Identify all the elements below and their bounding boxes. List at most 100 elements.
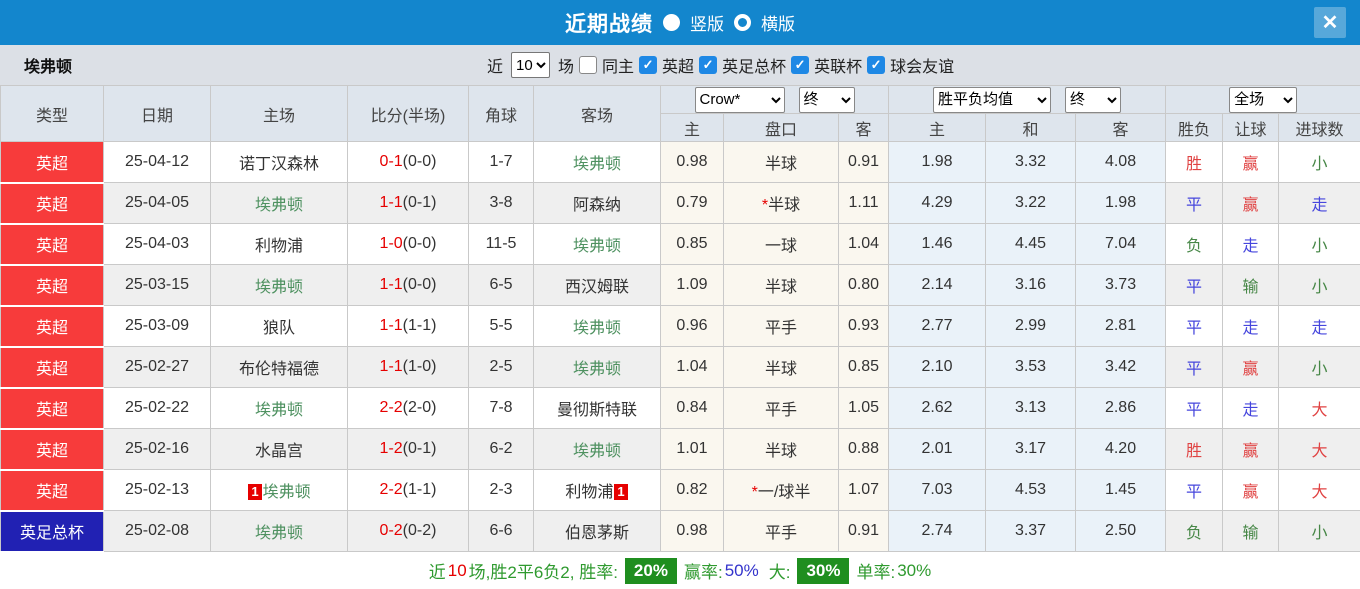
match-row: 英超25-02-131埃弗顿2-2(1-1)2-3利物浦10.82*一/球半1.… bbox=[1, 470, 1360, 511]
results-tbody: 英超25-04-12诺丁汉森林0-1(0-0)1-7埃弗顿0.98半球0.911… bbox=[1, 142, 1360, 552]
col-header-home: 主场 bbox=[211, 86, 348, 142]
bookmaker-select[interactable]: Crow* bbox=[695, 87, 785, 113]
odds-home: 1.04 bbox=[661, 347, 724, 388]
goals-result-cell: 走 bbox=[1279, 183, 1360, 224]
odds-home: 0.79 bbox=[661, 183, 724, 224]
filter-bar: 埃弗顿 近 10 场 同主 ✓ 英超 ✓ 英足总杯 ✓ 英联杯 ✓ 球会友谊 bbox=[0, 45, 1360, 85]
odds-away: 1.11 bbox=[839, 183, 889, 224]
match-row: 英超25-02-16水晶宫1-2(0-1)6-2埃弗顿1.01半球0.882.0… bbox=[1, 429, 1360, 470]
big-label: 大: bbox=[769, 558, 791, 583]
match-date: 25-04-05 bbox=[104, 183, 211, 224]
match-row: 英超25-02-22埃弗顿2-2(2-0)7-8曼彻斯特联0.84平手1.052… bbox=[1, 388, 1360, 429]
halftime-score: (1-1) bbox=[403, 481, 437, 498]
score-cell: 2-2(1-1) bbox=[348, 470, 469, 511]
halftime-score: (0-0) bbox=[403, 153, 437, 170]
avg-home: 2.14 bbox=[889, 265, 986, 306]
halftime-score: (2-0) bbox=[403, 399, 437, 416]
avg-draw: 2.99 bbox=[986, 306, 1076, 347]
score-cell: 1-0(0-0) bbox=[348, 224, 469, 265]
odds-home: 1.09 bbox=[661, 265, 724, 306]
handicap-cell: 一球 bbox=[724, 224, 839, 265]
avg-draw: 4.45 bbox=[986, 224, 1076, 265]
home-team: 水晶宫 bbox=[211, 429, 348, 470]
handicap-rate-value: 50% bbox=[725, 561, 759, 581]
match-date: 25-02-16 bbox=[104, 429, 211, 470]
scope-select[interactable]: 全场 bbox=[1229, 87, 1297, 113]
odds-home: 0.98 bbox=[661, 142, 724, 183]
away-team: 利物浦1 bbox=[534, 470, 661, 511]
single-rate-value: 30% bbox=[897, 561, 931, 581]
league-badge: 英超 bbox=[1, 224, 104, 265]
fulltime-score: 1-2 bbox=[380, 440, 403, 457]
radio-horizontal-layout[interactable] bbox=[734, 14, 751, 31]
odds-home: 0.96 bbox=[661, 306, 724, 347]
match-date: 25-04-12 bbox=[104, 142, 211, 183]
odds-home: 0.82 bbox=[661, 470, 724, 511]
near-label: 近 bbox=[487, 53, 503, 77]
league-eflcup-checkbox[interactable]: ✓ bbox=[791, 56, 809, 74]
away-team: 西汉姆联 bbox=[534, 265, 661, 306]
let-result-cell: 赢 bbox=[1223, 183, 1279, 224]
radio-vertical-layout[interactable] bbox=[663, 14, 680, 31]
radio-horizontal-label[interactable]: 横版 bbox=[761, 10, 795, 35]
let-result-cell: 走 bbox=[1223, 306, 1279, 347]
result-cell: 平 bbox=[1166, 388, 1223, 429]
league-badge: 英超 bbox=[1, 429, 104, 470]
sub-header-let: 让球 bbox=[1223, 114, 1279, 142]
single-rate-label: 单率: bbox=[856, 558, 895, 583]
home-team: 埃弗顿 bbox=[211, 265, 348, 306]
result-cell: 胜 bbox=[1166, 429, 1223, 470]
bookmaker-stage-select[interactable]: 终 bbox=[799, 87, 855, 113]
summary-record: 场,胜2平6负2, 胜率: bbox=[469, 558, 618, 583]
league-eflcup-label: 英联杯 bbox=[814, 53, 862, 77]
games-label: 场 bbox=[558, 53, 574, 77]
odds-home: 1.01 bbox=[661, 429, 724, 470]
league-friendly-label: 球会友谊 bbox=[890, 53, 954, 77]
avg-away: 4.20 bbox=[1076, 429, 1166, 470]
sub-header-handicap: 盘口 bbox=[724, 114, 839, 142]
league-epl-checkbox[interactable]: ✓ bbox=[639, 56, 657, 74]
avg-draw: 3.22 bbox=[986, 183, 1076, 224]
corners-cell: 2-5 bbox=[469, 347, 534, 388]
avg-away: 3.42 bbox=[1076, 347, 1166, 388]
let-result-cell: 输 bbox=[1223, 265, 1279, 306]
let-result-cell: 赢 bbox=[1223, 142, 1279, 183]
avg-stage-select[interactable]: 终 bbox=[1065, 87, 1121, 113]
let-result-cell: 输 bbox=[1223, 511, 1279, 552]
league-facup-checkbox[interactable]: ✓ bbox=[699, 56, 717, 74]
avg-home: 1.46 bbox=[889, 224, 986, 265]
league-friendly-checkbox[interactable]: ✓ bbox=[867, 56, 885, 74]
match-row: 英超25-04-03利物浦1-0(0-0)11-5埃弗顿0.85一球1.041.… bbox=[1, 224, 1360, 265]
same-home-checkbox[interactable] bbox=[579, 56, 597, 74]
league-badge: 英超 bbox=[1, 183, 104, 224]
handicap-cell: 半球 bbox=[724, 142, 839, 183]
close-icon[interactable]: ✕ bbox=[1314, 7, 1346, 38]
radio-vertical-label[interactable]: 竖版 bbox=[690, 10, 724, 35]
score-cell: 0-2(0-2) bbox=[348, 511, 469, 552]
avg-type-select[interactable]: 胜平负均值 bbox=[933, 87, 1051, 113]
league-badge: 英足总杯 bbox=[1, 511, 104, 552]
avg-draw: 3.13 bbox=[986, 388, 1076, 429]
handicap-selects-cell: Crow* 终 bbox=[661, 86, 889, 114]
result-cell: 平 bbox=[1166, 347, 1223, 388]
sub-header-odds-home: 主 bbox=[661, 114, 724, 142]
halftime-score: (0-0) bbox=[403, 235, 437, 252]
avg-home: 2.62 bbox=[889, 388, 986, 429]
match-count-select[interactable]: 10 bbox=[511, 52, 550, 78]
match-row: 英超25-02-27布伦特福德1-1(1-0)2-5埃弗顿1.04半球0.852… bbox=[1, 347, 1360, 388]
avg-draw: 3.37 bbox=[986, 511, 1076, 552]
corners-cell: 11-5 bbox=[469, 224, 534, 265]
score-cell: 0-1(0-0) bbox=[348, 142, 469, 183]
handicap-cell: *一/球半 bbox=[724, 470, 839, 511]
league-badge: 英超 bbox=[1, 265, 104, 306]
halftime-score: (0-1) bbox=[403, 440, 437, 457]
halftime-score: (0-0) bbox=[403, 276, 437, 293]
odds-home: 0.84 bbox=[661, 388, 724, 429]
match-date: 25-04-03 bbox=[104, 224, 211, 265]
away-team: 伯恩茅斯 bbox=[534, 511, 661, 552]
match-row: 英超25-03-09狼队1-1(1-1)5-5埃弗顿0.96平手0.932.77… bbox=[1, 306, 1360, 347]
handicap-cell: 平手 bbox=[724, 511, 839, 552]
handicap-rate-label: 赢率: bbox=[684, 558, 723, 583]
score-cell: 1-1(0-1) bbox=[348, 183, 469, 224]
home-team: 埃弗顿 bbox=[211, 511, 348, 552]
